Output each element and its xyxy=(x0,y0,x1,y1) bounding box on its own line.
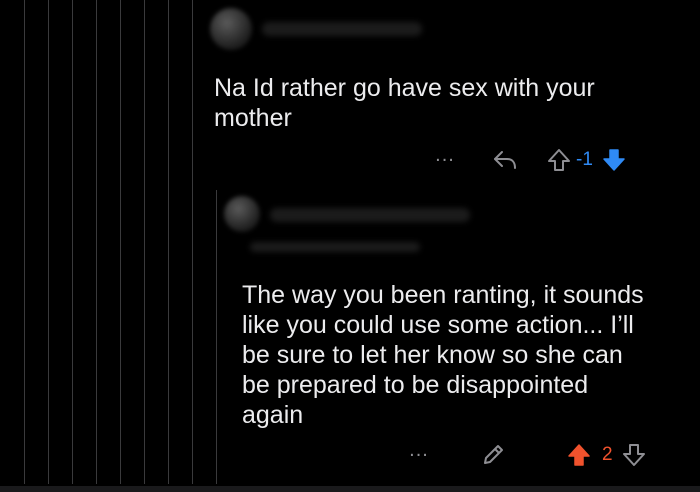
more-options-button[interactable]: ... xyxy=(430,141,460,169)
comment-actions: ... 2 xyxy=(404,440,649,469)
vote-score: 2 xyxy=(602,444,613,465)
comment-actions: ... -1 xyxy=(430,145,629,174)
avatar[interactable] xyxy=(224,196,260,232)
more-options-button[interactable]: ... xyxy=(404,436,434,464)
bottom-bar xyxy=(0,486,700,492)
downvote-icon[interactable] xyxy=(619,441,649,469)
comment-body: Na Id rather go have sex with your mothe… xyxy=(214,74,595,132)
username-redacted xyxy=(262,22,422,36)
upvote-icon[interactable] xyxy=(544,146,574,174)
pencil-icon[interactable] xyxy=(476,441,510,469)
comment-body: The way you been ranting, it sounds like… xyxy=(242,281,644,429)
upvote-icon[interactable] xyxy=(564,441,594,469)
vote-score: -1 xyxy=(576,149,593,170)
reply-icon[interactable] xyxy=(488,146,522,174)
avatar[interactable] xyxy=(210,8,252,50)
user-flair-redacted xyxy=(250,242,420,252)
downvote-icon[interactable] xyxy=(599,146,629,174)
comment: The way you been ranting, it sounds like… xyxy=(0,180,700,492)
username-redacted xyxy=(270,208,470,222)
comment: Na Id rather go have sex with your mothe… xyxy=(0,0,700,180)
